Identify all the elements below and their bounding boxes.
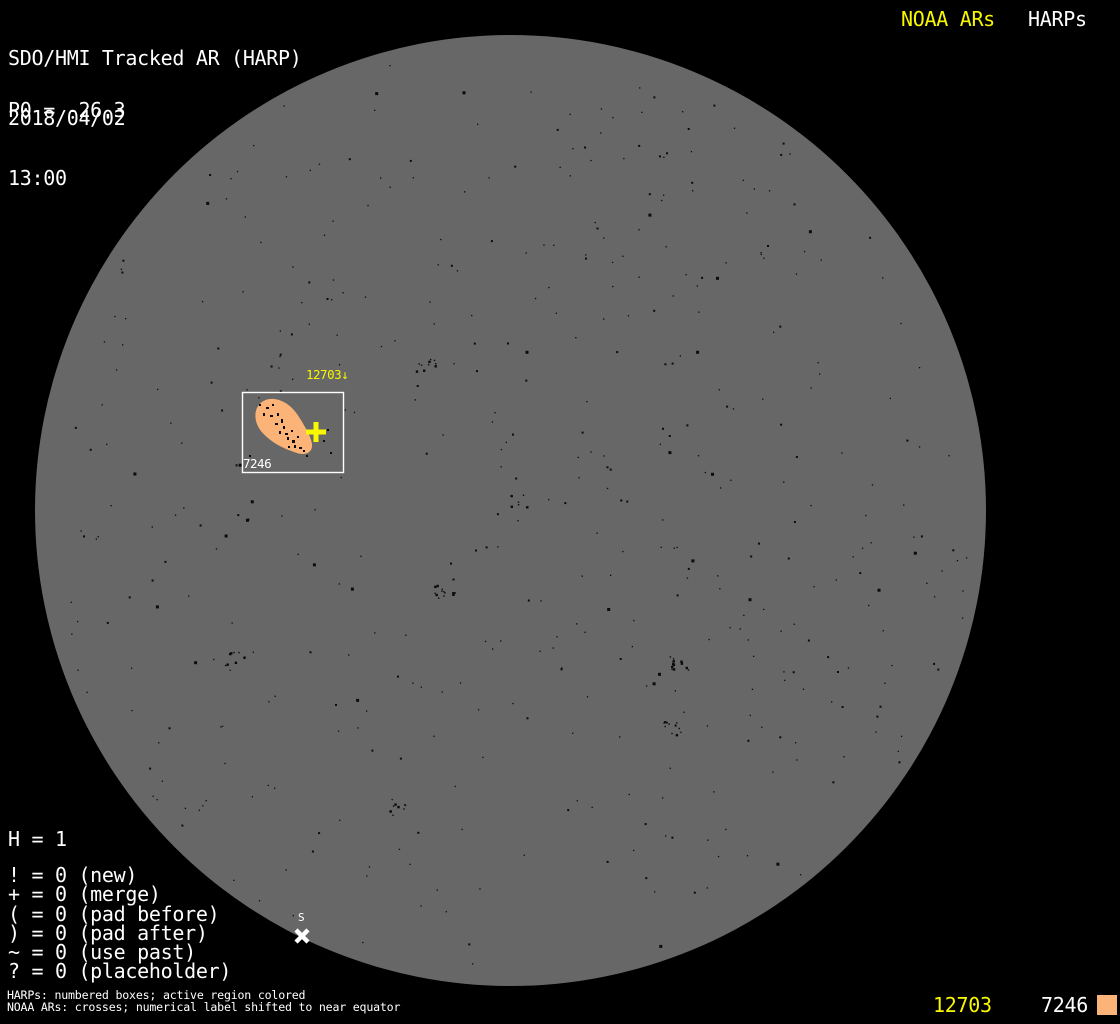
noaa-ar-number-label: 12703↓ xyxy=(306,368,348,381)
flag-legend: ! = 0 (new) + = 0 (merge) ( = 0 (pad bef… xyxy=(8,866,231,982)
noaa-ar-cross-vbar xyxy=(314,422,319,442)
plot-time: 13:00 xyxy=(8,168,302,188)
noaa-ars-legend-label: NOAA ARs xyxy=(901,9,995,29)
footer-caption: HARPs: numbered boxes; active region col… xyxy=(7,990,400,1013)
legend-harp-number: 7246 xyxy=(1041,995,1088,1015)
harp-box-number-label: 7246 xyxy=(243,457,271,470)
p0-angle-value: P0 = -26.3 xyxy=(8,100,125,120)
flag-legend-placeholder: ? = 0 (placeholder) xyxy=(8,962,231,981)
legend-noaa-number: 12703 xyxy=(933,995,992,1015)
harp-color-swatch xyxy=(1097,995,1117,1015)
harps-legend-label: HARPs xyxy=(1028,9,1087,29)
harp-count-line: H = 1 xyxy=(8,829,67,849)
plot-title: SDO/HMI Tracked AR (HARP) xyxy=(8,48,302,68)
footer-noaa-caption: NOAA ARs: crosses; numerical label shift… xyxy=(7,1002,400,1014)
south-pole-label: S xyxy=(298,912,305,924)
